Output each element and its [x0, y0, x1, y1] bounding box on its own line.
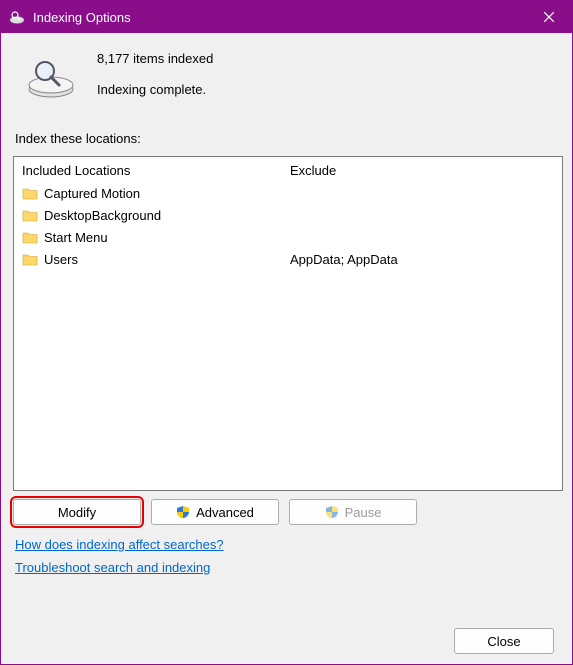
close-icon	[544, 12, 554, 22]
close-label: Close	[487, 634, 520, 649]
pause-button: Pause	[289, 499, 417, 525]
folder-icon	[22, 186, 38, 200]
included-header: Included Locations	[20, 161, 276, 182]
exclude-header: Exclude	[288, 161, 556, 182]
advanced-button[interactable]: Advanced	[151, 499, 279, 525]
included-column: Included Locations Captured Motion Deskt…	[14, 157, 282, 490]
items-indexed-count: 8,177 items indexed	[97, 51, 213, 66]
folder-icon	[22, 252, 38, 266]
close-button[interactable]	[526, 1, 572, 33]
list-item[interactable]: Users	[20, 248, 276, 270]
list-item[interactable]: Captured Motion	[20, 182, 276, 204]
close-action-button[interactable]: Close	[454, 628, 554, 654]
list-item[interactable]: DesktopBackground	[20, 204, 276, 226]
shield-icon	[325, 505, 339, 519]
help-links: How does indexing affect searches? Troub…	[15, 537, 562, 583]
location-name: Captured Motion	[44, 186, 140, 201]
bottom-row: Close	[11, 620, 562, 656]
locations-label: Index these locations:	[15, 131, 562, 146]
exclude-cell	[288, 226, 556, 248]
status-row: 8,177 items indexed Indexing complete.	[25, 49, 562, 101]
exclude-cell	[288, 182, 556, 204]
how-indexing-link[interactable]: How does indexing affect searches?	[15, 537, 224, 552]
search-drive-icon	[25, 53, 77, 101]
status-text: 8,177 items indexed Indexing complete.	[97, 49, 213, 97]
location-name: Users	[44, 252, 78, 267]
location-name: DesktopBackground	[44, 208, 161, 223]
indexing-options-window: Indexing Options 8,177 items indexed Ind…	[0, 0, 573, 665]
exclude-cell	[288, 204, 556, 226]
exclude-column: Exclude AppData; AppData	[282, 157, 562, 490]
indexing-icon	[9, 9, 25, 25]
modify-label: Modify	[58, 505, 96, 520]
window-title: Indexing Options	[33, 10, 131, 25]
locations-list[interactable]: Included Locations Captured Motion Deskt…	[13, 156, 563, 491]
folder-icon	[22, 208, 38, 222]
indexing-state: Indexing complete.	[97, 82, 213, 97]
folder-icon	[22, 230, 38, 244]
shield-icon	[176, 505, 190, 519]
advanced-label: Advanced	[196, 505, 254, 520]
list-item[interactable]: Start Menu	[20, 226, 276, 248]
troubleshoot-link[interactable]: Troubleshoot search and indexing	[15, 560, 210, 575]
button-row: Modify Advanced Pause	[13, 499, 562, 525]
titlebar: Indexing Options	[1, 1, 572, 33]
content-area: 8,177 items indexed Indexing complete. I…	[1, 33, 572, 664]
location-name: Start Menu	[44, 230, 108, 245]
exclude-cell: AppData; AppData	[288, 248, 556, 270]
pause-label: Pause	[345, 505, 382, 520]
modify-button[interactable]: Modify	[13, 499, 141, 525]
